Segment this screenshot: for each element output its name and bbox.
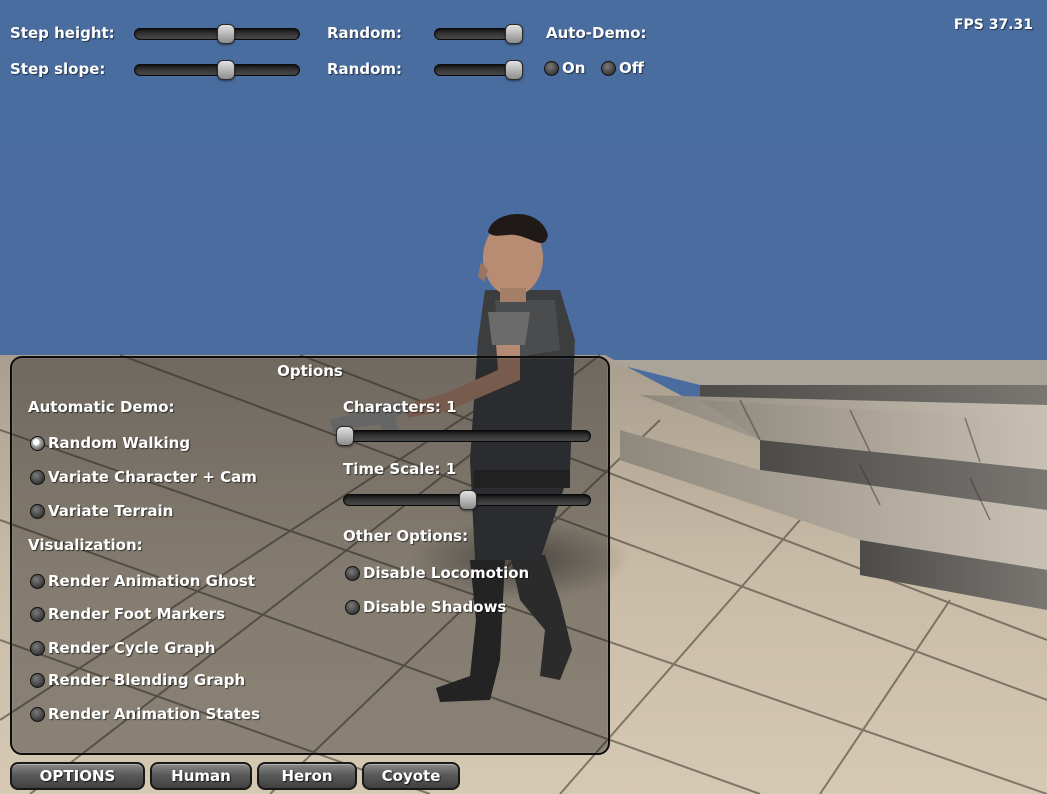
- characters-slider[interactable]: [336, 426, 591, 446]
- toggle-knob: [30, 640, 45, 656]
- auto-demo-on-label: On: [562, 59, 586, 77]
- toggle-label: Disable Shadows: [363, 598, 507, 616]
- demo-mode-variate-character[interactable]: Variate Character + Cam: [30, 468, 257, 486]
- slider-thumb[interactable]: [217, 60, 236, 80]
- auto-demo-off-label: Off: [619, 59, 644, 77]
- toggle-label: Render Foot Markers: [48, 605, 226, 623]
- render-animation-ghost-toggle[interactable]: Render Animation Ghost: [30, 572, 255, 590]
- slider-thumb[interactable]: [504, 60, 523, 80]
- fps-counter: FPS 37.31: [953, 17, 1033, 33]
- toggle-knob: [30, 606, 45, 622]
- demo-mode-variate-terrain[interactable]: Variate Terrain: [30, 502, 173, 520]
- options-title: Options: [277, 362, 343, 380]
- demo-mode-label: Variate Character + Cam: [48, 468, 257, 486]
- options-tab-button[interactable]: OPTIONS: [10, 762, 145, 790]
- coyote-tab-button[interactable]: Coyote: [362, 762, 460, 790]
- heron-tab-button[interactable]: Heron: [257, 762, 357, 790]
- toggle-label: Render Animation Ghost: [48, 572, 256, 590]
- slider-thumb[interactable]: [336, 426, 354, 446]
- automatic-demo-label: Automatic Demo:: [28, 398, 175, 416]
- slider-thumb[interactable]: [504, 24, 523, 44]
- toggle-knob: [345, 565, 360, 581]
- toggle-label: Disable Locomotion: [363, 564, 530, 582]
- disable-shadows-toggle[interactable]: Disable Shadows: [345, 598, 506, 616]
- toggle-label: Render Blending Graph: [48, 671, 246, 689]
- toggle-knob: [30, 706, 45, 722]
- radio-knob: [30, 469, 45, 485]
- render-blending-graph-toggle[interactable]: Render Blending Graph: [30, 671, 245, 689]
- toggle-knob: [345, 599, 360, 615]
- render-animation-states-toggle[interactable]: Render Animation States: [30, 705, 260, 723]
- random-slope-slider[interactable]: [434, 60, 523, 80]
- auto-demo-label: Auto-Demo:: [546, 24, 647, 42]
- radio-knob: [30, 435, 45, 451]
- auto-demo-off-toggle[interactable]: Off: [601, 59, 644, 77]
- toggle-knob: [601, 60, 616, 76]
- step-height-label: Step height:: [10, 24, 115, 42]
- step-height-slider[interactable]: [134, 24, 300, 44]
- slider-thumb[interactable]: [459, 490, 477, 510]
- options-panel: Options Automatic Demo: Random Walking V…: [10, 356, 610, 755]
- disable-locomotion-toggle[interactable]: Disable Locomotion: [345, 564, 529, 582]
- random-height-slider[interactable]: [434, 24, 523, 44]
- radio-knob: [30, 503, 45, 519]
- render-cycle-graph-toggle[interactable]: Render Cycle Graph: [30, 639, 215, 657]
- time-scale-label: Time Scale: 1: [343, 460, 457, 478]
- step-slope-slider[interactable]: [134, 60, 300, 80]
- human-tab-button[interactable]: Human: [150, 762, 252, 790]
- time-scale-slider[interactable]: [343, 490, 591, 510]
- random-height-label: Random:: [327, 24, 403, 42]
- other-options-label: Other Options:: [343, 527, 469, 545]
- demo-mode-random-walking[interactable]: Random Walking: [30, 434, 190, 452]
- toggle-knob: [30, 573, 45, 589]
- random-slope-label: Random:: [327, 60, 403, 78]
- toggle-label: Render Animation States: [48, 705, 260, 723]
- auto-demo-on-toggle[interactable]: On: [544, 59, 585, 77]
- characters-label: Characters: 1: [343, 398, 457, 416]
- visualization-label: Visualization:: [28, 536, 143, 554]
- demo-mode-label: Variate Terrain: [48, 502, 174, 520]
- toggle-knob: [544, 60, 559, 76]
- toggle-knob: [30, 672, 45, 688]
- slider-thumb[interactable]: [217, 24, 236, 44]
- toggle-label: Render Cycle Graph: [48, 639, 216, 657]
- step-slope-label: Step slope:: [10, 60, 106, 78]
- render-foot-markers-toggle[interactable]: Render Foot Markers: [30, 605, 225, 623]
- demo-mode-label: Random Walking: [48, 434, 191, 452]
